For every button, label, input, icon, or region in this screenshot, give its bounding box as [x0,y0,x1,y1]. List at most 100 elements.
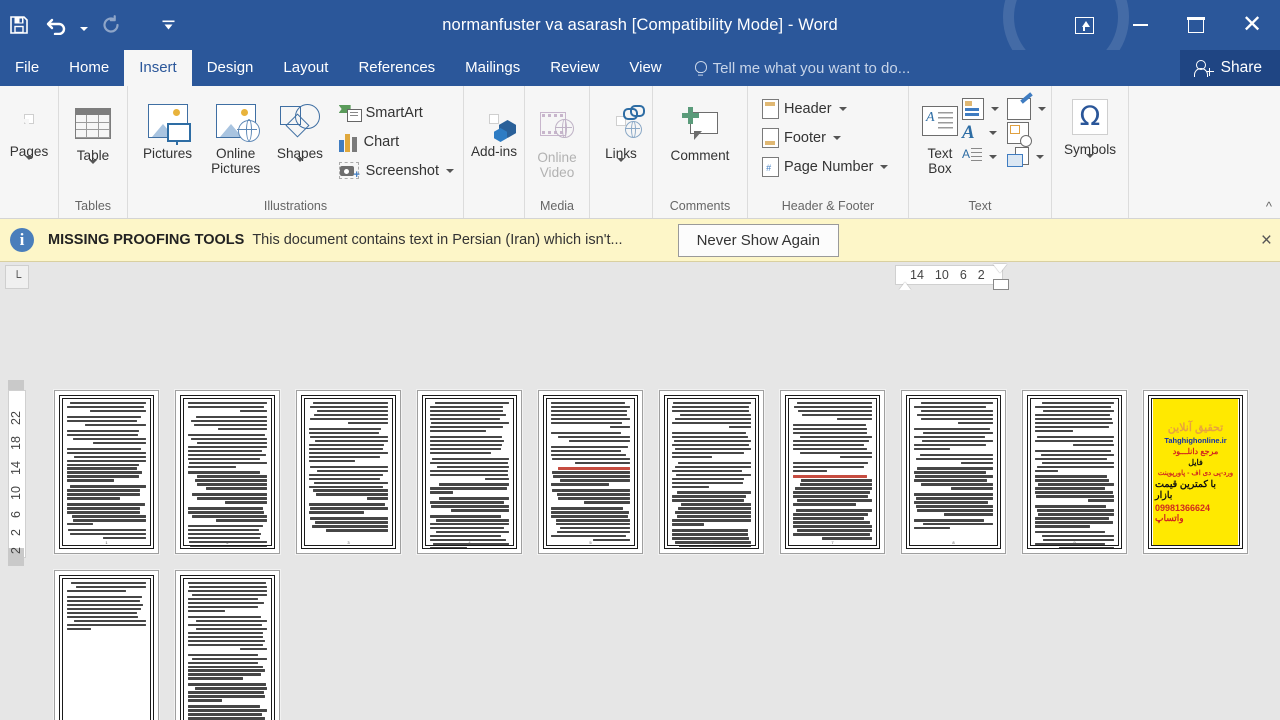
share-button[interactable]: Share [1179,50,1280,86]
page-thumbnail[interactable]: 9 [1022,390,1127,554]
pages-dropdown-icon[interactable] [25,156,33,178]
drop-cap-dropdown-icon[interactable] [989,155,997,159]
group-label-text: Text [968,199,992,213]
ruler-ticks: 14 10 6 2 [895,265,1003,285]
minimize-icon[interactable] [1112,0,1168,50]
screenshot-button[interactable]: + Screenshot [335,158,458,184]
tab-references[interactable]: References [343,50,450,86]
page-content: 8 [906,395,1001,549]
screenshot-dropdown-icon[interactable] [446,169,454,173]
table-button[interactable]: Table [64,96,122,182]
page-thumbnail[interactable]: 8 [901,390,1006,554]
vertical-ruler[interactable]: 2 2 6 10 14 18 22 [0,290,28,720]
page-content: 6 [664,395,759,549]
shapes-dropdown-icon[interactable] [295,158,304,180]
tell-me-placeholder: Tell me what you want to do... [712,59,911,77]
restore-icon[interactable] [1168,0,1224,50]
online-video-icon [540,102,574,148]
first-line-indent-marker[interactable] [993,264,1007,273]
never-show-again-button[interactable]: Never Show Again [677,223,839,257]
smartart-button[interactable]: SmartArt [335,100,458,126]
chart-button[interactable]: Chart [335,129,458,155]
pages-button[interactable]: Pages [5,92,53,178]
footer-label: Footer [784,130,826,146]
symbols-button[interactable]: Ω Symbols [1057,90,1123,176]
person-add-icon [1193,59,1214,77]
close-icon[interactable]: ✕ [1224,0,1280,50]
page-thumbnail[interactable]: 2 [175,390,280,554]
page-thumbnail[interactable]: 12 [175,570,280,720]
text-box-button[interactable]: A Text Box [918,94,962,176]
wordart-button[interactable]: A [962,122,999,144]
tab-design[interactable]: Design [192,50,269,86]
page-content: 11 [59,575,154,720]
tab-view[interactable]: View [614,50,676,86]
page-thumbnail[interactable]: 4 [417,390,522,554]
comment-button[interactable]: Comment [658,96,742,163]
signature-line-dropdown-icon[interactable] [1038,107,1046,111]
page-thumbnail[interactable]: 5 [538,390,643,554]
tell-me-search[interactable]: Tell me what you want to do... [677,50,911,86]
date-time-button[interactable] [1007,122,1046,147]
page-number-dropdown-icon[interactable] [880,165,889,169]
object-dropdown-icon[interactable] [1036,155,1044,159]
ad-line-2: Tahghighonline.ir [1164,435,1227,445]
table-dropdown-icon[interactable] [89,160,97,182]
drop-cap-button[interactable] [962,146,999,168]
page-content: 12 [180,575,275,720]
page-content: 3 [301,395,396,549]
horizontal-ruler[interactable]: └ 14 10 6 2 [0,262,1280,290]
group-label-illustrations: Illustrations [263,199,328,213]
header-button[interactable]: Header [758,96,892,122]
tab-layout[interactable]: Layout [268,50,343,86]
add-ins-icon [489,96,516,142]
footer-button[interactable]: Footer [758,125,892,151]
collapse-ribbon-icon[interactable]: ^ [1266,199,1272,214]
smartart-label: SmartArt [365,105,423,121]
right-indent-marker[interactable] [993,279,1009,290]
page-thumbnail[interactable]: 7 [780,390,885,554]
page-content: 9 [1027,395,1122,549]
shapes-button[interactable]: Shapes [269,94,330,180]
quick-parts-button[interactable] [962,98,999,120]
links-icon [616,98,645,144]
document-canvas[interactable]: 1 2 3 4 5 6 7 8 9 تحقیق آنلاین Tahghighonline.ir مر… [28,290,1280,720]
page-thumbnail[interactable]: 1 [54,390,159,554]
online-pictures-button[interactable]: Online Pictures [202,94,269,176]
page-number-label: 8 [952,540,955,545]
header-dropdown-icon[interactable] [838,107,847,111]
message-bar-close-icon[interactable]: × [1261,230,1272,252]
ribbon-display-options-icon[interactable] [1056,0,1112,50]
tab-stop-selector[interactable]: └ [5,265,29,289]
tab-review[interactable]: Review [535,50,614,86]
page-thumbnail[interactable]: 11 [54,570,159,720]
message-bar: i MISSING PROOFING TOOLS This document c… [0,219,1280,262]
signature-line-button[interactable] [1007,98,1046,120]
page-thumbnail[interactable]: 3 [296,390,401,554]
left-indent-marker[interactable] [899,282,911,290]
tab-home[interactable]: Home [54,50,124,86]
text-box-icon: A [922,98,958,144]
online-video-button[interactable]: Online Video [530,98,584,180]
tab-insert[interactable]: Insert [124,50,192,86]
ribbon-filler: ^ [1128,86,1280,218]
quick-parts-dropdown-icon[interactable] [991,107,999,111]
page-thumbnail[interactable]: تحقیق آنلاین Tahghighonline.ir مرجع دانلــ… [1143,390,1248,554]
object-button[interactable] [1007,146,1046,168]
tab-file[interactable]: File [0,50,54,86]
page-number-button[interactable]: # Page Number [758,154,892,180]
add-ins-button[interactable]: Add-ins [469,92,519,159]
group-label-pages [0,198,58,218]
page-thumbnail[interactable]: 6 [659,390,764,554]
ribbon-insert: Pages Table Tables Pictures Online Pictu… [0,86,1280,219]
links-button[interactable]: Links [595,94,647,180]
online-pictures-label: Online Pictures [211,146,261,176]
page-content: 4 [422,395,517,549]
illustrations-small-commands: SmartArt Chart + Screenshot [331,94,458,184]
tab-mailings[interactable]: Mailings [450,50,535,86]
symbols-dropdown-icon[interactable] [1086,154,1094,176]
footer-dropdown-icon[interactable] [832,136,841,140]
pictures-button[interactable]: Pictures [133,94,202,161]
links-dropdown-icon[interactable] [617,158,625,180]
wordart-dropdown-icon[interactable] [989,131,997,135]
